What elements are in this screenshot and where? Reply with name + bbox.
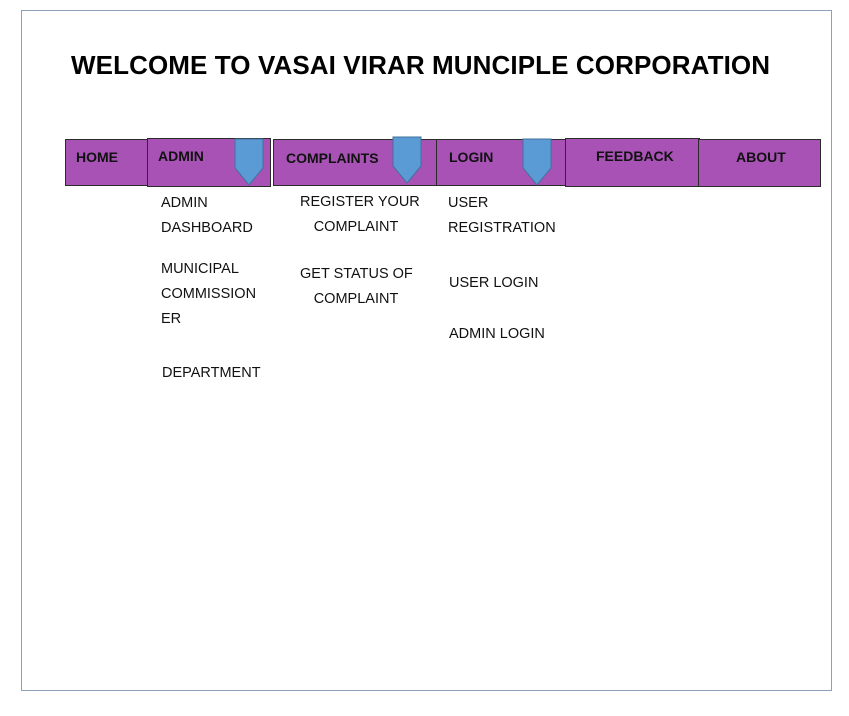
page-frame (21, 10, 832, 691)
nav-about-label: ABOUT (736, 149, 786, 165)
menu-registration-line1: USER (448, 195, 489, 211)
nav-complaints-label: COMPLAINTS (286, 150, 379, 166)
menu-user-login-label: USER LOGIN (449, 275, 539, 291)
menu-register-line2: COMPLAINT (313, 219, 399, 235)
menu-complaint-status[interactable]: GET STATUS OF COMPLAINT (300, 262, 413, 312)
menu-status-line1: GET STATUS OF (300, 266, 413, 282)
menu-department[interactable]: DEPARTMENT (162, 361, 261, 386)
menu-commissioner-line2: COMMISSION (161, 286, 257, 302)
login-dropdown-chevron-down-icon[interactable] (522, 138, 552, 186)
menu-register-line1: REGISTER YOUR (300, 194, 420, 210)
nav-admin-label: ADMIN (158, 148, 204, 164)
menu-registration-line2: REGISTRATION (448, 220, 556, 236)
nav-home-label: HOME (76, 149, 118, 165)
menu-admin-dashboard[interactable]: ADMIN DASHBOARD (161, 191, 253, 241)
nav-feedback[interactable]: FEEDBACK (565, 138, 700, 187)
nav-about[interactable]: ABOUT (698, 139, 821, 187)
menu-admin-dashboard-line2: DASHBOARD (161, 220, 253, 236)
nav-home[interactable]: HOME (65, 139, 149, 186)
menu-register-complaint[interactable]: REGISTER YOUR COMPLAINT (300, 190, 420, 240)
menu-municipal-commissioner[interactable]: MUNICIPAL COMMISSION ER (161, 257, 256, 332)
admin-dropdown-chevron-down-icon[interactable] (234, 138, 264, 186)
menu-admin-login-label: ADMIN LOGIN (449, 326, 545, 342)
menu-status-line2: COMPLAINT (313, 291, 399, 307)
nav-login-label: LOGIN (449, 149, 494, 165)
nav-feedback-label: FEEDBACK (596, 148, 674, 164)
menu-commissioner-line1: MUNICIPAL (161, 261, 239, 277)
menu-user-registration[interactable]: USER REGISTRATION (448, 191, 556, 241)
complaints-dropdown-chevron-down-icon[interactable] (392, 136, 422, 184)
menu-admin-login[interactable]: ADMIN LOGIN (449, 322, 545, 347)
menu-admin-dashboard-line1: ADMIN (161, 195, 208, 211)
page-title: WELCOME TO VASAI VIRAR MUNCIPLE CORPORAT… (71, 50, 771, 80)
menu-department-label: DEPARTMENT (162, 365, 261, 381)
menu-user-login[interactable]: USER LOGIN (449, 271, 538, 296)
menu-commissioner-line3: ER (161, 311, 182, 327)
